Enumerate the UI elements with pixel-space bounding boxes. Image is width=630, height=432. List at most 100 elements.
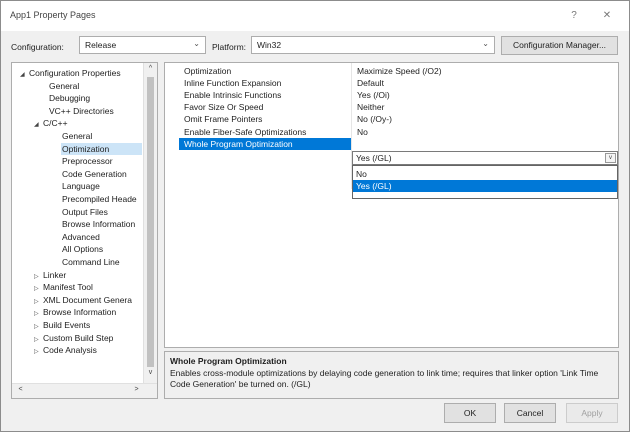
tree-item-label: Output Files: [62, 206, 108, 217]
chevron-down-icon: ⌄: [482, 39, 489, 48]
help-button[interactable]: ?: [562, 7, 586, 25]
tree-item[interactable]: ▷ XML Document Genera: [34, 294, 132, 306]
tree-item[interactable]: ▷ Build Events: [34, 319, 90, 331]
property-value: Neither: [357, 102, 385, 113]
property-row[interactable]: Omit Frame Pointers No (/Oy-): [165, 113, 618, 125]
apply-button[interactable]: Apply: [566, 403, 618, 423]
property-name: Omit Frame Pointers: [184, 114, 263, 125]
close-button[interactable]: ✕: [595, 7, 619, 25]
scroll-right-icon[interactable]: >: [130, 386, 143, 393]
tree-item[interactable]: ▷ Manifest Tool: [34, 281, 93, 293]
property-name: Inline Function Expansion: [184, 78, 282, 89]
tree-item[interactable]: All Options: [62, 243, 103, 255]
tree-item[interactable]: General: [62, 130, 92, 142]
tree-item-label: Browse Information: [62, 219, 136, 230]
property-value: Default: [357, 78, 384, 89]
tree-item[interactable]: ▷ Code Analysis: [34, 344, 97, 356]
tree-item-label: Manifest Tool: [43, 282, 93, 293]
tree-item[interactable]: Browse Information: [62, 218, 135, 230]
dropdown-arrow-icon[interactable]: v: [605, 153, 616, 163]
cancel-button[interactable]: Cancel: [504, 403, 556, 423]
tree-item[interactable]: Language: [62, 180, 100, 192]
tree-item[interactable]: Debugging: [49, 92, 90, 104]
property-grid: Optimization Maximize Speed (/O2) Inline F…: [164, 62, 619, 348]
whole-program-optimization-select[interactable]: Yes (/GL) v: [352, 151, 618, 165]
collapse-icon[interactable]: ◢: [20, 69, 29, 81]
platform-value: Win32: [257, 40, 282, 50]
tree-item[interactable]: Precompiled Heade: [62, 193, 137, 205]
dropdown-option-no[interactable]: No: [353, 168, 617, 180]
tree-item[interactable]: VC++ Directories: [49, 105, 114, 117]
property-name: Enable Fiber-Safe Optimizations: [184, 126, 307, 137]
tree-item-label: Debugging: [49, 93, 91, 104]
property-name: Enable Intrinsic Functions: [184, 90, 282, 101]
property-row[interactable]: Optimization Maximize Speed (/O2): [165, 65, 618, 77]
tree-item-label: General: [62, 131, 93, 141]
tree-item-label: All Options: [62, 244, 104, 255]
tree-item-label: Configuration Properties: [29, 68, 121, 78]
tree-item[interactable]: Optimization: [61, 142, 142, 155]
tree-item-label: Optimization: [62, 143, 110, 154]
property-value: Yes (/Oi): [357, 90, 390, 101]
collapse-icon[interactable]: ◢: [34, 119, 43, 131]
scrollbar-thumb[interactable]: [147, 77, 154, 367]
configuration-select[interactable]: Release ⌄: [79, 36, 206, 54]
description-text: Enables cross-module optimizations by de…: [170, 368, 599, 389]
tree-item-label: XML Document Genera: [43, 294, 132, 305]
property-pages-window: App1 Property Pages ? ✕ Configuration: R…: [0, 0, 630, 432]
property-row[interactable]: Enable Fiber-Safe Optimizations No: [165, 126, 618, 138]
dropdown-option-yes-gl[interactable]: Yes (/GL): [353, 180, 617, 192]
tree-item[interactable]: Advanced: [62, 231, 100, 243]
property-value: No: [357, 126, 368, 137]
description-panel: Whole Program Optimization Enables cross…: [164, 351, 619, 399]
property-value: Maximize Speed (/O2): [357, 66, 442, 76]
ok-button[interactable]: OK: [444, 403, 496, 423]
tree-item[interactable]: Command Line: [62, 256, 120, 268]
tree-item-label: Browse Information: [43, 307, 117, 318]
property-tree[interactable]: ◢ Configuration Properties General Debuggin…: [11, 62, 158, 399]
selected-value: Yes (/GL): [356, 153, 392, 163]
scroll-left-icon[interactable]: <: [14, 386, 27, 393]
tree-item[interactable]: Preprocessor: [62, 155, 113, 167]
window-title: App1 Property Pages: [10, 10, 96, 20]
tree-item[interactable]: ◢ C/C++: [34, 117, 68, 129]
tree-item[interactable]: ▷ Linker: [34, 269, 66, 281]
tree-item-label: Code Generation: [62, 168, 127, 179]
chevron-down-icon: ⌄: [193, 39, 200, 48]
tree-horizontal-scrollbar[interactable]: < >: [12, 383, 157, 398]
platform-label: Platform:: [212, 42, 247, 52]
expand-icon[interactable]: ▷: [34, 346, 43, 358]
tree-item[interactable]: ▷ Browse Information: [34, 306, 116, 318]
tree-item-label: Custom Build Step: [43, 332, 114, 343]
tree-item[interactable]: ◢ Configuration Properties: [20, 67, 121, 79]
dropdown-list: No Yes (/GL): [352, 165, 618, 199]
tree-item[interactable]: General: [49, 80, 79, 92]
tree-item-label: Linker: [43, 269, 67, 280]
property-row[interactable]: Inline Function Expansion Default: [165, 77, 618, 89]
tree-vertical-scrollbar[interactable]: ^ v: [143, 63, 157, 384]
tree-item-label: General: [49, 80, 80, 91]
description-title: Whole Program Optimization: [170, 356, 287, 366]
tree-item-label: Code Analysis: [43, 345, 97, 356]
configuration-manager-button[interactable]: Configuration Manager...: [501, 36, 618, 55]
tree-item-label: Build Events: [43, 320, 91, 330]
tree-item-label: VC++ Directories: [49, 105, 114, 116]
tree-item-label: Language: [62, 181, 100, 192]
scroll-down-icon[interactable]: v: [144, 369, 157, 376]
tree-item-label: Precompiled Heade: [62, 194, 137, 204]
property-row[interactable]: Favor Size Or Speed Neither: [165, 101, 618, 113]
property-name: Whole Program Optimization: [184, 138, 293, 149]
property-row[interactable]: Whole Program Optimization: [165, 137, 618, 150]
tree-item-label: C/C++: [43, 118, 68, 129]
tree-item[interactable]: Output Files: [62, 206, 108, 218]
tree-item-label: Preprocessor: [62, 156, 113, 167]
scroll-up-icon[interactable]: ^: [144, 65, 157, 72]
platform-select[interactable]: Win32 ⌄: [251, 36, 495, 54]
tree-item-label: Advanced: [62, 231, 100, 242]
property-value: No (/Oy-): [357, 114, 392, 125]
property-name: Favor Size Or Speed: [184, 102, 264, 113]
property-name: Optimization: [184, 66, 232, 76]
tree-item[interactable]: ▷ Custom Build Step: [34, 332, 113, 344]
property-row[interactable]: Enable Intrinsic Functions Yes (/Oi): [165, 89, 618, 101]
tree-item[interactable]: Code Generation: [62, 168, 127, 180]
